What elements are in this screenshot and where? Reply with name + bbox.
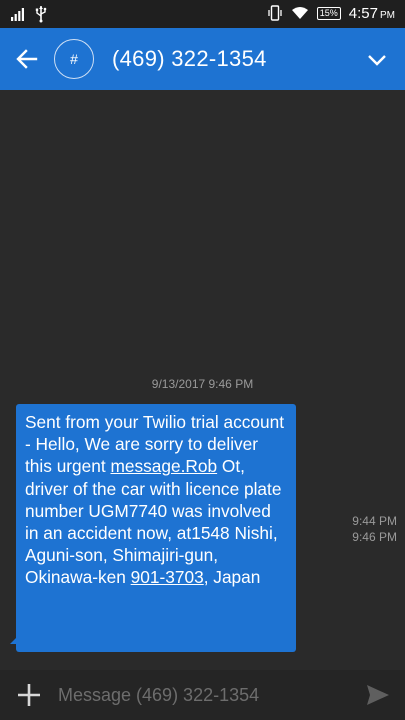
back-arrow-icon[interactable]	[14, 46, 40, 72]
conversation-title: (469) 322-1354	[112, 46, 267, 71]
phone-link[interactable]: 901-3703	[131, 567, 204, 587]
plus-icon[interactable]	[16, 682, 42, 708]
status-left	[10, 5, 48, 23]
composer-bar	[0, 670, 405, 720]
status-bar: 15% 4:57 PM	[0, 0, 405, 28]
message-text: , Japan	[203, 567, 261, 588]
status-right: 15% 4:57 PM	[267, 4, 395, 22]
timestamp: 9:46 PM	[352, 530, 397, 544]
battery-icon: 15%	[316, 6, 341, 20]
app-bar: # (469) 322-1354	[0, 28, 405, 90]
avatar-label: #	[70, 51, 78, 67]
bubble-tail	[10, 636, 18, 644]
timestamp: 9:44 PM	[352, 514, 397, 528]
date-separator: 9/13/2017 9:46 PM	[151, 377, 254, 391]
message-timestamps: 9:44 PM 9:46 PM	[352, 513, 397, 545]
clock-ampm: PM	[380, 9, 395, 21]
chevron-down-icon[interactable]	[365, 48, 389, 72]
message-input[interactable]	[58, 680, 348, 710]
clock-time: 4:57	[348, 4, 378, 22]
send-icon[interactable]	[365, 682, 391, 708]
message-link[interactable]: message.Rob	[111, 456, 218, 476]
usb-icon	[35, 6, 47, 23]
wifi-icon	[291, 7, 308, 19]
signal-icon	[11, 8, 24, 21]
status-clock: 4:57 PM	[349, 5, 395, 22]
contact-avatar[interactable]: #	[54, 39, 94, 79]
vibrate-icon	[268, 5, 282, 21]
message-bubble[interactable]: Sent from your Twilio trial account - He…	[10, 404, 296, 652]
